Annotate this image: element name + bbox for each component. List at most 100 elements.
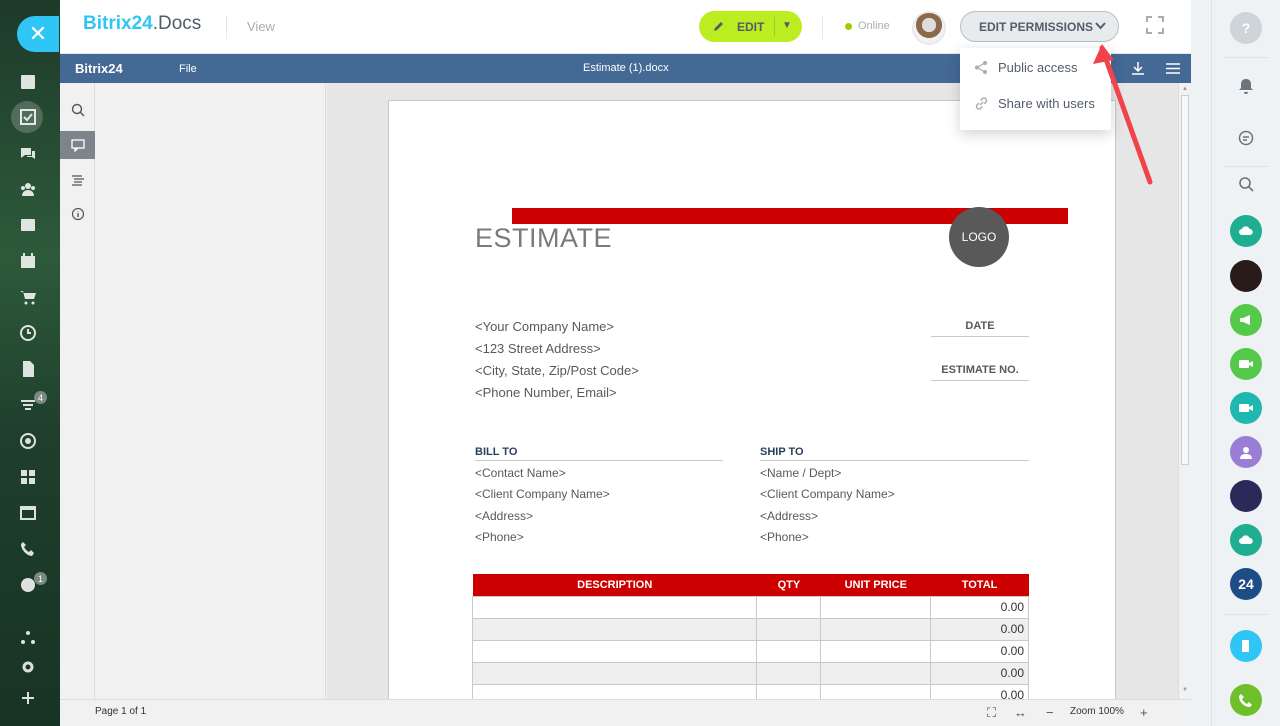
edit-permissions-button[interactable]: EDIT PERMISSIONS [960, 11, 1119, 42]
video-icon [1239, 360, 1253, 368]
line-items-table: DESCRIPTION QTY UNIT PRICE TOTAL 0.00 0.… [471, 574, 1029, 699]
search-button[interactable] [1230, 168, 1262, 200]
logo-placeholder: LOGO [949, 207, 1009, 267]
zoom-out-icon[interactable]: − [1046, 705, 1054, 720]
bitrix24-badge: 24 [1238, 576, 1254, 592]
date-label: DATE [931, 320, 1029, 337]
open-channel-button[interactable] [1230, 524, 1262, 556]
chat-search-icon [1238, 130, 1254, 146]
clock-icon[interactable] [16, 321, 40, 345]
estimate-no-label: ESTIMATE NO. [931, 364, 1029, 381]
structure-icon[interactable] [16, 626, 40, 650]
divider [822, 15, 823, 39]
zoom-in-icon[interactable]: + [1140, 705, 1148, 720]
megaphone-button[interactable] [1230, 304, 1262, 336]
public-access-menu-item[interactable]: Public access [974, 60, 1077, 75]
status-bar: Page 1 of 1 ⛶ ↔ − Zoom 100% + [60, 699, 1191, 726]
feed-icon[interactable] [16, 70, 40, 94]
user-contact-button[interactable] [1230, 436, 1262, 468]
row-total: 0.00 [930, 683, 1029, 699]
info-tool[interactable] [60, 200, 95, 228]
notifications-button[interactable] [1230, 70, 1262, 102]
table-row[interactable]: 0.00 [471, 683, 1029, 699]
bill-to-line: <Contact Name> [475, 466, 566, 480]
page-indicator: Page 1 of 1 [95, 706, 147, 717]
fit-width-icon[interactable]: ↔ [1014, 705, 1027, 720]
ship-to-line: <Address> [760, 509, 819, 523]
transfer-call-button[interactable] [1230, 630, 1262, 662]
zoom-level: Zoom 100% [1070, 706, 1124, 717]
table-row[interactable]: 0.00 [471, 639, 1029, 663]
scroll-thumb[interactable] [1181, 95, 1189, 465]
file-menu[interactable]: File [179, 63, 197, 75]
video-call-button[interactable] [1230, 348, 1262, 380]
comments-tool[interactable] [60, 131, 95, 159]
table-row[interactable]: 0.00 [471, 661, 1029, 685]
online-dot-icon [845, 22, 852, 30]
video-call-button[interactable] [1230, 392, 1262, 424]
phone-call-button[interactable] [1230, 684, 1262, 716]
document-title: Estimate (1).docx [583, 62, 669, 74]
bitrix24-button[interactable]: 24 [1230, 568, 1262, 600]
user-avatar-contact[interactable] [1230, 260, 1262, 292]
col-unit-price: UNIT PRICE [820, 574, 931, 596]
fullscreen-icon[interactable] [1146, 16, 1164, 34]
headings-tool[interactable] [60, 166, 95, 194]
scroll-down-icon[interactable]: ▼ [1182, 687, 1188, 693]
hamburger-menu-icon[interactable] [1166, 63, 1180, 74]
left-sidebar: ✕ 4 1 [0, 0, 60, 726]
doc-brand: Bitrix24 [75, 61, 123, 76]
target-icon[interactable] [16, 429, 40, 453]
messages-button[interactable] [1230, 122, 1262, 154]
table-row[interactable]: 0.00 [471, 617, 1029, 641]
cloud-icon [1239, 535, 1253, 544]
add-icon[interactable] [16, 686, 40, 710]
company-name: <Your Company Name> [475, 319, 614, 334]
table-row[interactable]: 0.00 [471, 595, 1029, 619]
row-total: 0.00 [930, 595, 1029, 619]
table-header-row: DESCRIPTION QTY UNIT PRICE TOTAL [472, 574, 1029, 596]
edit-button[interactable]: EDIT ▼ [699, 11, 802, 42]
phone-icon [1239, 694, 1252, 707]
company-city: <City, State, Zip/Post Code> [475, 363, 639, 378]
phone-icon[interactable] [16, 537, 40, 561]
user-avatar[interactable] [912, 11, 946, 45]
top-header: Bitrix24.Docs View EDIT ▼ Online EDIT PE… [60, 0, 1191, 54]
headings-icon [71, 175, 84, 186]
group-avatar-contact[interactable] [1230, 480, 1262, 512]
chat-icon[interactable] [16, 142, 40, 166]
groups-icon[interactable] [16, 177, 40, 201]
tasks-icon[interactable] [16, 105, 40, 129]
settings-icon[interactable] [16, 655, 40, 679]
scroll-up-icon[interactable]: ▲ [1182, 86, 1188, 92]
ship-to-heading: SHIP TO [760, 446, 1029, 461]
link-icon [975, 97, 988, 110]
app-logo: Bitrix24.Docs [83, 13, 202, 34]
chevron-down-icon [1095, 22, 1106, 30]
sites-icon[interactable] [16, 501, 40, 525]
search-tool[interactable] [60, 96, 95, 124]
apps-icon[interactable] [16, 465, 40, 489]
fit-page-icon[interactable]: ⛶ [987, 705, 996, 721]
calendar-icon[interactable] [16, 249, 40, 273]
vertical-scrollbar[interactable]: ▲ ▼ [1178, 83, 1191, 699]
share-nodes-icon [975, 61, 987, 74]
document-icon[interactable] [16, 357, 40, 381]
row-total: 0.00 [930, 617, 1029, 641]
annotation-arrow [1093, 44, 1153, 185]
online-status: Online [845, 20, 890, 32]
help-button[interactable]: ? [1230, 12, 1262, 44]
edit-dropdown-caret-icon[interactable]: ▼ [782, 20, 792, 31]
share-with-users-menu-item[interactable]: Share with users [974, 96, 1095, 111]
estimate-heading: ESTIMATE [475, 223, 613, 253]
view-mode-link[interactable]: View [247, 19, 275, 34]
megaphone-icon [1240, 315, 1250, 325]
cart-icon[interactable] [16, 285, 40, 309]
bill-to-line: <Phone> [475, 530, 524, 544]
row-total: 0.00 [930, 639, 1029, 663]
open-channel-button[interactable] [1230, 215, 1262, 247]
contacts-icon[interactable] [16, 213, 40, 237]
close-slider-button[interactable]: ✕ [17, 16, 59, 52]
document-page[interactable]: ESTIMATE LOGO <Your Company Name> <123 S… [388, 100, 1116, 699]
help-icon: ? [1241, 20, 1251, 36]
